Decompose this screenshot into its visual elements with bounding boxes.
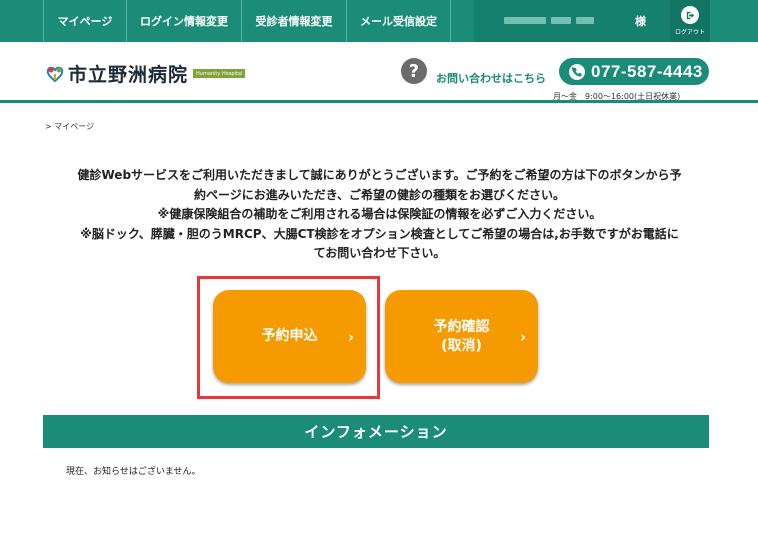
logout-button[interactable]: ログアウト [670,0,710,42]
nav-item-examinee-info[interactable]: 受診者情報変更 [241,0,346,42]
nav-item-mail-settings[interactable]: メール受信設定 [346,0,451,42]
user-name-redacted [504,15,604,25]
hospital-logo[interactable]: 市立野洲病院 Humanity Hospital [45,60,246,87]
logo-text: 市立野洲病院 [68,64,189,86]
logout-icon [681,6,699,24]
user-name-box: 様 [474,0,670,42]
nav-item-label: メール受信設定 [360,15,437,28]
breadcrumb[interactable]: > マイページ [45,121,94,132]
info-heading: インフォメーション [43,415,709,448]
logo-badge: Humanity Hospital [193,69,246,78]
nav-item-label: 受診者情報変更 [255,15,333,28]
intro-line: てお問い合わせ下さい。 [313,246,446,260]
phone-button[interactable]: 077-587-4443 [559,58,709,85]
question-icon[interactable]: ? [401,58,427,84]
nav-item-mypage[interactable]: マイページ [43,0,126,42]
chevron-right-icon: › [519,328,526,346]
heart-logo-icon [45,64,65,84]
intro-line: ※脳ドック、膵臓・胆のうMRCP、大腸CT検診をオプション検査としてご希望の場合… [80,226,679,241]
phone-number: 077-587-4443 [591,61,703,81]
highlight-box [197,276,380,399]
confirm-button-label: 予約確認 (取消) [434,318,490,356]
info-message: 現在、お知らせはございません。 [66,467,201,477]
user-suffix: 様 [635,15,646,28]
contact-link[interactable]: お問い合わせはこちら [436,70,546,86]
intro-text: 健診Webサービスをご利用いただきまして誠にありがとうございます。ご予約をご希望… [42,166,717,264]
top-nav: マイページ ログイン情報変更 受診者情報変更 メール受信設定 様 ログアウト [0,0,758,42]
confirm-cancel-button[interactable]: 予約確認 (取消) › [385,290,538,383]
nav-item-login-info[interactable]: ログイン情報変更 [126,0,241,42]
intro-line: ※健康保険組合の補助をご利用される場合は保険証の情報を必ずご入力ください。 [157,207,602,221]
nav-item-label: ログイン情報変更 [140,15,228,28]
logout-label: ログアウト [674,29,705,36]
intro-line: 健診Webサービスをご利用いただきまして誠にありがとうございます。ご予約をご希望… [77,168,682,182]
header-divider [0,100,758,103]
confirm-label-line2: (取消) [441,337,482,354]
phone-icon [569,63,585,80]
nav-item-label: マイページ [57,15,113,28]
confirm-label-line1: 予約確認 [433,318,490,335]
intro-line: 約ページにお進みいただき、ご希望の健診の種類をお選びください。 [194,187,565,202]
